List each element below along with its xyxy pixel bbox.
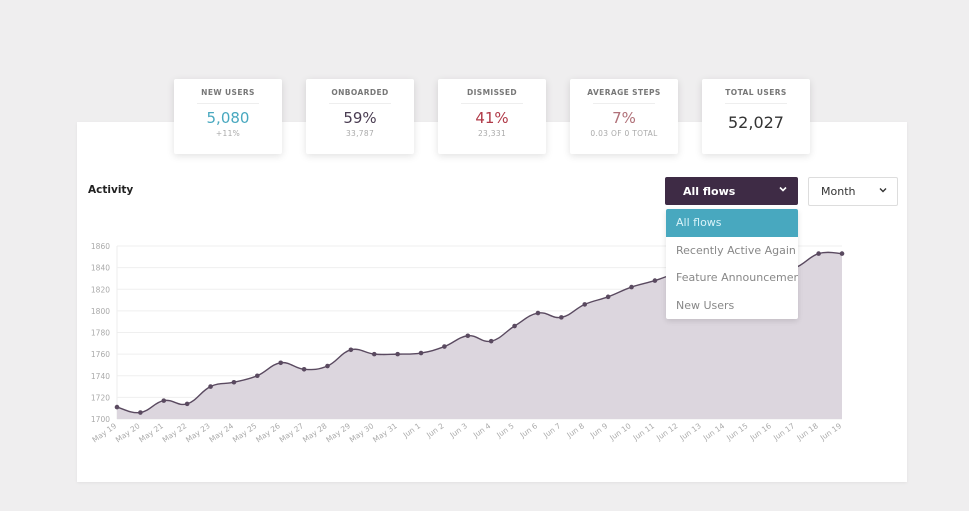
data-point: [208, 384, 213, 389]
flow-dropdown-menu: All flows Recently Active Again Feature …: [666, 209, 798, 319]
x-tick-label: Jun 19: [818, 421, 844, 443]
x-tick-label: Jun 7: [541, 421, 563, 440]
data-point: [839, 251, 845, 256]
y-tick-label: 1780: [91, 329, 110, 338]
x-tick-label: May 22: [161, 421, 189, 444]
y-tick-label: 1760: [91, 350, 110, 359]
flow-select[interactable]: All flows: [665, 177, 798, 205]
x-tick-label: Jun 11: [631, 421, 657, 443]
x-tick-label: May 27: [278, 421, 306, 444]
x-tick-label: May 29: [324, 421, 352, 444]
data-point: [231, 379, 237, 385]
data-point: [582, 302, 588, 307]
x-tick-label: Jun 8: [564, 421, 586, 440]
x-tick-label: May 25: [231, 421, 259, 444]
data-point: [161, 398, 167, 403]
x-tick-label: Jun 10: [607, 421, 633, 443]
data-point: [512, 323, 517, 329]
data-point: [255, 373, 260, 379]
flow-select-value: All flows: [683, 184, 736, 198]
y-tick-label: 1700: [91, 415, 110, 424]
x-tick-label: Jun 14: [701, 421, 727, 443]
data-point: [535, 310, 541, 316]
data-point: [629, 284, 634, 290]
data-point: [114, 404, 120, 410]
x-tick-label: May 19: [91, 421, 119, 444]
x-tick-label: May 30: [348, 421, 376, 444]
menu-item-new-users[interactable]: New Users: [666, 292, 798, 320]
x-tick-label: Jun 13: [677, 421, 703, 443]
x-tick-label: Jun 16: [748, 421, 774, 443]
y-tick-label: 1840: [91, 264, 110, 273]
chevron-down-icon: [878, 185, 888, 195]
data-point: [278, 360, 284, 366]
data-point: [138, 410, 143, 415]
data-point: [184, 401, 190, 407]
y-tick-label: 1860: [91, 242, 110, 251]
data-point: [371, 351, 377, 357]
x-tick-label: May 31: [371, 421, 399, 444]
data-point: [395, 351, 400, 357]
y-tick-label: 1720: [91, 393, 110, 402]
data-point: [605, 294, 611, 300]
period-select-value: Month: [821, 185, 856, 198]
data-point: [348, 347, 354, 353]
x-tick-label: Jun 2: [424, 421, 446, 440]
period-select[interactable]: Month: [808, 177, 898, 206]
x-tick-label: May 24: [207, 421, 235, 444]
y-tick-label: 1740: [91, 372, 110, 381]
x-tick-label: Jun 6: [518, 421, 540, 440]
activity-chart: 1700 1720 1740 1760 1780 1800 1820 1840 1860 May …: [91, 242, 845, 444]
data-point: [652, 278, 658, 283]
data-point: [816, 251, 821, 256]
y-tick-label: 1820: [91, 285, 110, 294]
x-tick-label: May 20: [114, 421, 142, 444]
x-tick-label: Jun 5: [494, 421, 516, 440]
x-tick-label: May 26: [254, 421, 282, 444]
data-point: [488, 338, 494, 344]
chevron-down-icon: [778, 184, 788, 194]
x-tick-label: Jun 12: [654, 421, 680, 443]
menu-item-feature-announcement[interactable]: Feature Announcement: [666, 264, 798, 292]
x-tick-label: Jun 1: [401, 421, 423, 440]
x-tick-label: Jun 3: [448, 421, 470, 440]
data-point: [559, 315, 564, 320]
x-tick-label: Jun 4: [471, 421, 493, 440]
data-point: [465, 333, 471, 339]
menu-item-all-flows[interactable]: All flows: [666, 209, 798, 237]
menu-item-recently-active-again[interactable]: Recently Active Again: [666, 237, 798, 265]
x-tick-label: Jun 18: [794, 421, 820, 443]
x-tick-label: May 28: [301, 421, 329, 444]
y-tick-label: 1800: [91, 307, 110, 316]
x-tick-label: Jun 17: [771, 421, 797, 443]
x-tick-label: Jun 15: [724, 421, 750, 443]
data-point: [442, 344, 447, 349]
x-tick-label: May 21: [137, 421, 165, 444]
data-point: [301, 366, 307, 372]
x-tick-label: May 23: [184, 421, 212, 444]
data-point: [418, 350, 424, 356]
data-point: [325, 363, 330, 369]
x-tick-label: Jun 9: [588, 421, 610, 440]
